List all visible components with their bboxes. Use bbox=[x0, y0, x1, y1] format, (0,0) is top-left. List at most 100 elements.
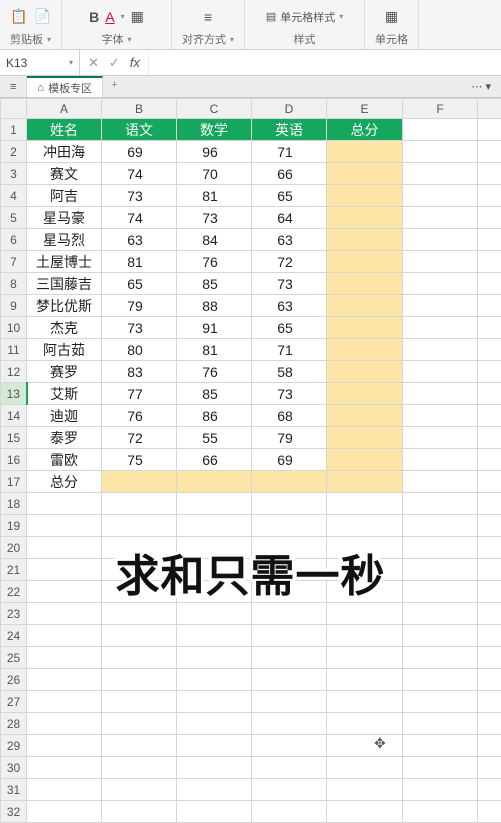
cell-name[interactable]: 星马烈 bbox=[27, 229, 102, 251]
cell[interactable] bbox=[478, 493, 501, 515]
cell[interactable]: 66 bbox=[252, 163, 327, 185]
cell[interactable]: 81 bbox=[177, 185, 252, 207]
col-head-B[interactable]: B bbox=[102, 99, 177, 119]
cell[interactable] bbox=[252, 757, 327, 779]
cell[interactable]: 63 bbox=[102, 229, 177, 251]
cell[interactable] bbox=[177, 669, 252, 691]
row-head[interactable]: 31 bbox=[1, 779, 27, 801]
cell[interactable] bbox=[403, 317, 478, 339]
dropdown-icon[interactable]: ▾ bbox=[230, 35, 234, 44]
cell[interactable] bbox=[252, 713, 327, 735]
row-head[interactable]: 32 bbox=[1, 801, 27, 823]
table-header[interactable]: 总分 bbox=[327, 119, 403, 141]
cell[interactable] bbox=[327, 801, 403, 823]
cell[interactable] bbox=[27, 625, 102, 647]
cell[interactable] bbox=[177, 691, 252, 713]
cell[interactable] bbox=[478, 251, 501, 273]
row-head[interactable]: 24 bbox=[1, 625, 27, 647]
cell[interactable]: 88 bbox=[177, 295, 252, 317]
col-head-F[interactable]: F bbox=[403, 99, 478, 119]
cell-name[interactable]: 赛罗 bbox=[27, 361, 102, 383]
cell[interactable] bbox=[177, 515, 252, 537]
cell[interactable] bbox=[327, 537, 403, 559]
row-head[interactable]: 30 bbox=[1, 757, 27, 779]
cell[interactable]: 72 bbox=[252, 251, 327, 273]
cell-name[interactable]: 梦比优斯 bbox=[27, 295, 102, 317]
cell[interactable] bbox=[478, 339, 501, 361]
cell[interactable] bbox=[478, 141, 501, 163]
cell[interactable] bbox=[102, 647, 177, 669]
row-head[interactable]: 22 bbox=[1, 581, 27, 603]
row-head[interactable]: 17 bbox=[1, 471, 27, 493]
cell[interactable] bbox=[252, 801, 327, 823]
cell[interactable]: 83 bbox=[102, 361, 177, 383]
cell-sum[interactable] bbox=[327, 405, 403, 427]
cell[interactable] bbox=[478, 801, 501, 823]
cell-sum[interactable] bbox=[102, 471, 177, 493]
cell[interactable] bbox=[27, 559, 102, 581]
cell[interactable] bbox=[252, 559, 327, 581]
cell[interactable]: 73 bbox=[252, 273, 327, 295]
cell[interactable]: 68 bbox=[252, 405, 327, 427]
cell[interactable]: 76 bbox=[177, 251, 252, 273]
cell[interactable] bbox=[27, 647, 102, 669]
cell[interactable] bbox=[403, 625, 478, 647]
cell[interactable] bbox=[403, 559, 478, 581]
cell[interactable] bbox=[478, 229, 501, 251]
cell[interactable] bbox=[27, 515, 102, 537]
cell[interactable]: 75 bbox=[102, 449, 177, 471]
row-head[interactable]: 5 bbox=[1, 207, 27, 229]
cell-name[interactable]: 三国藤吉 bbox=[27, 273, 102, 295]
cell[interactable] bbox=[403, 405, 478, 427]
cell[interactable] bbox=[177, 537, 252, 559]
cell-sum[interactable] bbox=[327, 185, 403, 207]
formula-input[interactable] bbox=[149, 50, 501, 75]
cell[interactable]: 81 bbox=[177, 339, 252, 361]
copy-icon[interactable]: 📄 bbox=[34, 8, 51, 25]
insert-icon[interactable]: ▦ bbox=[385, 8, 398, 25]
cell-name[interactable]: 星马豪 bbox=[27, 207, 102, 229]
chevron-down-icon[interactable]: ▾ bbox=[69, 58, 73, 67]
cell[interactable] bbox=[177, 559, 252, 581]
cell[interactable]: 65 bbox=[252, 185, 327, 207]
cell[interactable] bbox=[327, 625, 403, 647]
cell[interactable] bbox=[102, 537, 177, 559]
cell[interactable] bbox=[478, 669, 501, 691]
cell-name[interactable]: 阿古茹 bbox=[27, 339, 102, 361]
cell[interactable] bbox=[327, 559, 403, 581]
cell[interactable]: 73 bbox=[102, 185, 177, 207]
cell[interactable] bbox=[478, 317, 501, 339]
cell[interactable] bbox=[252, 691, 327, 713]
cell[interactable] bbox=[403, 647, 478, 669]
cell[interactable]: 69 bbox=[102, 141, 177, 163]
select-all-corner[interactable] bbox=[1, 99, 27, 119]
row-head[interactable]: 21 bbox=[1, 559, 27, 581]
cell[interactable] bbox=[478, 427, 501, 449]
fill-icon[interactable]: ▦ bbox=[131, 8, 144, 25]
accept-icon[interactable]: ✓ bbox=[109, 55, 120, 71]
cell[interactable] bbox=[403, 515, 478, 537]
row-head[interactable]: 9 bbox=[1, 295, 27, 317]
cell[interactable] bbox=[403, 185, 478, 207]
table-header[interactable]: 数学 bbox=[177, 119, 252, 141]
row-head[interactable]: 19 bbox=[1, 515, 27, 537]
cell-sum[interactable] bbox=[327, 449, 403, 471]
cell[interactable] bbox=[177, 647, 252, 669]
cell[interactable] bbox=[252, 515, 327, 537]
cell[interactable] bbox=[102, 493, 177, 515]
cell-sum[interactable] bbox=[327, 295, 403, 317]
row-head[interactable]: 16 bbox=[1, 449, 27, 471]
cell[interactable] bbox=[252, 537, 327, 559]
cell[interactable] bbox=[403, 427, 478, 449]
cell[interactable] bbox=[177, 779, 252, 801]
cell[interactable] bbox=[252, 581, 327, 603]
row-head[interactable]: 28 bbox=[1, 713, 27, 735]
cell[interactable]: 66 bbox=[177, 449, 252, 471]
cell[interactable] bbox=[327, 647, 403, 669]
cell[interactable] bbox=[252, 779, 327, 801]
cell-sum[interactable] bbox=[327, 339, 403, 361]
cell[interactable] bbox=[403, 229, 478, 251]
cell[interactable]: 69 bbox=[252, 449, 327, 471]
cell[interactable] bbox=[177, 735, 252, 757]
cell-name[interactable]: 赛文 bbox=[27, 163, 102, 185]
